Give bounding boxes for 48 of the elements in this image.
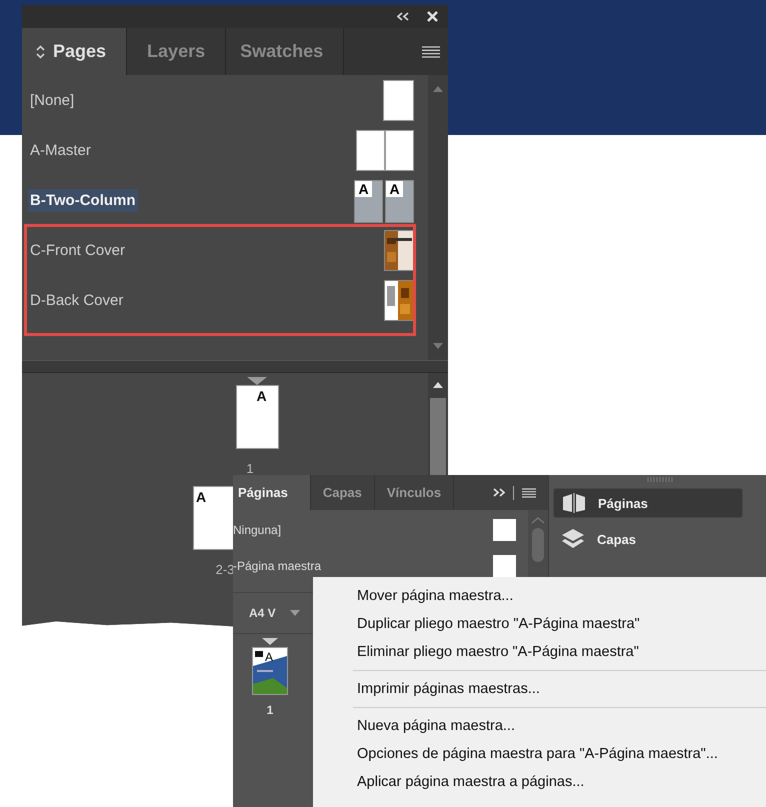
- menu-icon[interactable]: [522, 488, 536, 498]
- master-name[interactable]: C-Front Cover: [28, 238, 128, 262]
- gripper-icon[interactable]: [646, 477, 672, 482]
- scrollbar[interactable]: [428, 75, 448, 360]
- collapse-icon[interactable]: [397, 12, 409, 21]
- menu-item[interactable]: Eliminar pliego maestro "A-Página maestra": [313, 638, 766, 666]
- page-thumbnail: [383, 80, 414, 120]
- panel-tab[interactable]: Vínculos: [374, 475, 454, 510]
- current-page-marker-icon: [262, 638, 278, 645]
- master-name[interactable]: A-Master: [28, 138, 93, 162]
- cover-thumbnail: [384, 230, 414, 270]
- dock-item[interactable]: Páginas: [553, 488, 743, 518]
- master-name[interactable]: [None]: [28, 88, 76, 112]
- menu-icon[interactable]: [422, 46, 440, 58]
- page-size-dropdown[interactable]: A4 V: [249, 606, 276, 620]
- master-name[interactable]: B-Two-Column: [28, 188, 138, 212]
- menu-item[interactable]: Duplicar pliego maestro "A-Página maestra": [313, 610, 766, 638]
- scrollbar[interactable]: [528, 510, 548, 577]
- spread-thumbnail: [356, 130, 414, 170]
- page-thumbnail: [493, 519, 516, 541]
- page-number: 1: [266, 703, 274, 717]
- page-thumbnail[interactable]: A: [236, 385, 278, 449]
- menu-item[interactable]: Mover página maestra...: [313, 582, 766, 610]
- layers-icon: [561, 528, 585, 550]
- panel-tab[interactable]: Páginas: [233, 475, 311, 510]
- more-icon[interactable]: [493, 488, 505, 497]
- sort-icon: [36, 44, 45, 58]
- page-thumbnail[interactable]: A: [252, 647, 288, 695]
- scroll-down-icon[interactable]: [433, 343, 443, 350]
- dock-item[interactable]: Capas: [553, 524, 743, 554]
- spread-thumbnail: A A: [354, 180, 414, 220]
- caret-icon[interactable]: [290, 610, 300, 616]
- page-thumbnail: [493, 555, 516, 577]
- master-name[interactable]: -Página maestra: [233, 559, 322, 573]
- page-number: 1: [246, 461, 254, 476]
- master-name[interactable]: Ninguna]: [233, 523, 282, 537]
- panel-tab[interactable]: Pages: [22, 28, 128, 75]
- menu-item[interactable]: Nueva página maestra...: [313, 712, 766, 740]
- pages-icon: [562, 493, 586, 513]
- scroll-up-icon[interactable]: [433, 381, 443, 388]
- panel-tab[interactable]: Capas: [310, 475, 375, 510]
- master-name[interactable]: D-Back Cover: [28, 288, 126, 312]
- close-icon[interactable]: [427, 11, 438, 22]
- cover-thumbnail: [384, 280, 414, 320]
- menu-item[interactable]: Aplicar página maestra a páginas...: [313, 768, 766, 796]
- menu-item[interactable]: Opciones de página maestra para "A-Página maestra"...: [313, 740, 766, 768]
- menu-item[interactable]: Imprimir páginas maestras...: [313, 675, 766, 703]
- splitter-bar[interactable]: [22, 360, 448, 373]
